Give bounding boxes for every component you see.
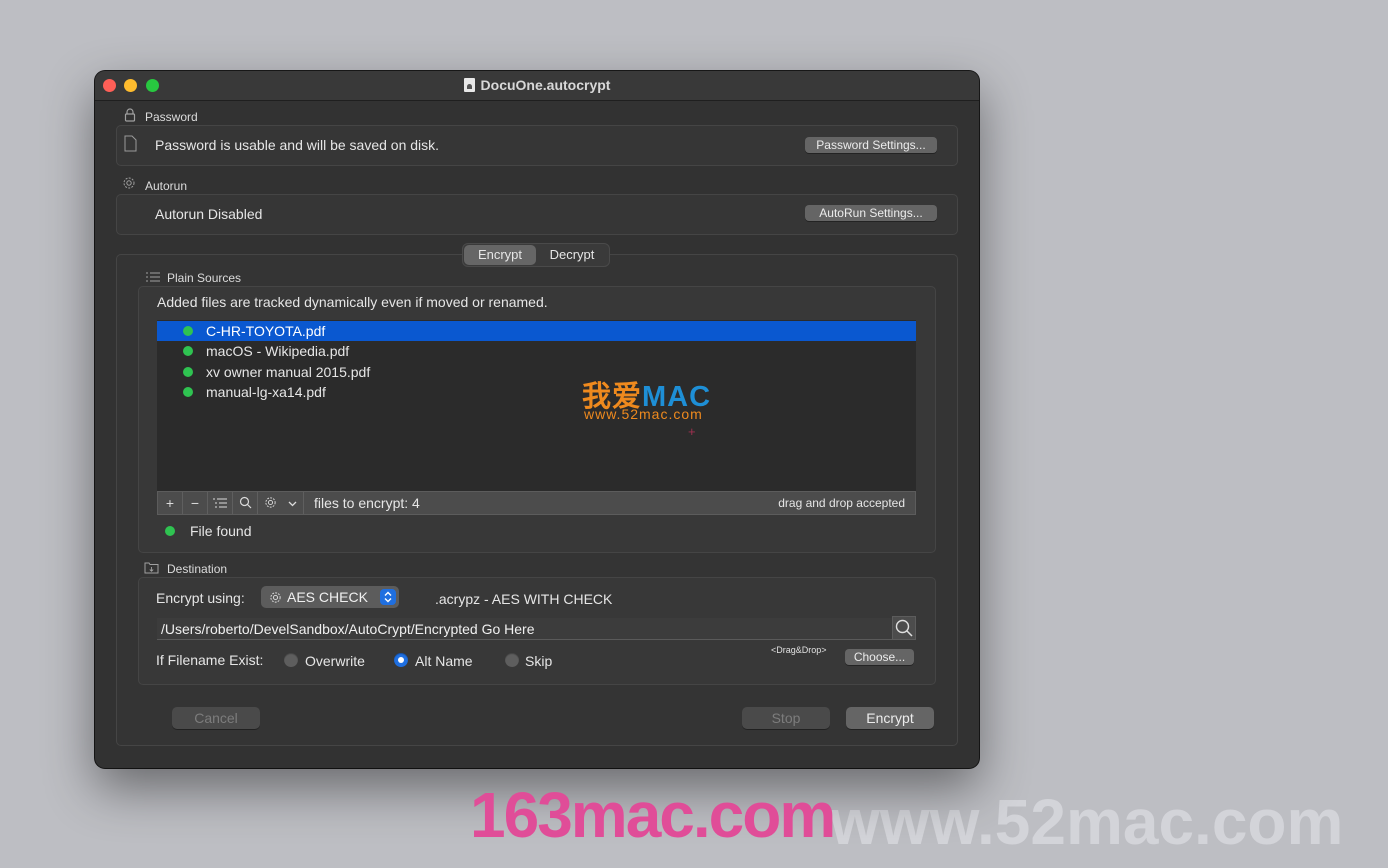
radio-alt-name-label[interactable]: Alt Name — [415, 653, 473, 669]
title-bar: DocuOne.autocrypt — [95, 71, 979, 101]
gear-icon — [270, 592, 281, 603]
algorithm-description: .acrypz - AES WITH CHECK — [435, 591, 613, 607]
search-icon — [895, 619, 913, 637]
chevron-down-icon — [288, 501, 297, 507]
autorun-section-label: Autorun — [145, 179, 188, 193]
files-count-status: files to encrypt: 4 — [314, 495, 420, 511]
gear-icon — [265, 497, 276, 508]
add-file-button[interactable]: + — [158, 492, 183, 514]
plus-icon: + — [165, 495, 175, 511]
choose-button[interactable]: Choose... — [845, 649, 914, 665]
status-dot-icon — [183, 387, 193, 397]
cancel-button[interactable]: Cancel — [172, 707, 260, 729]
drag-drop-note: drag and drop accepted — [778, 496, 905, 510]
app-window: DocuOne.autocrypt Password Password is u… — [95, 71, 979, 768]
gear-icon — [123, 177, 135, 189]
file-name: xv owner manual 2015.pdf — [206, 364, 371, 380]
list-icon — [146, 272, 160, 282]
plain-sources-label: Plain Sources — [167, 271, 242, 285]
file-name: manual-lg-xa14.pdf — [206, 384, 326, 400]
password-section-label: Password — [145, 110, 198, 124]
watermark-163mac: 163mac.com — [470, 779, 836, 851]
radio-alt-name[interactable] — [394, 653, 408, 667]
file-list-row[interactable]: macOS - Wikipedia.pdf — [157, 341, 916, 361]
watermark-url: www.52mac.com — [584, 406, 703, 422]
autorun-status: Autorun Disabled — [155, 206, 263, 222]
destination-path-field[interactable]: /Users/roberto/DevelSandbox/AutoCrypt/En… — [157, 618, 892, 640]
document-icon — [463, 78, 475, 92]
sources-info-text: Added files are tracked dynamically even… — [157, 294, 548, 310]
list-options-button[interactable] — [208, 492, 233, 514]
watermark-52mac: www.52mac.com — [830, 786, 1344, 858]
file-name: C-HR-TOYOTA.pdf — [206, 323, 326, 339]
window-title-text: DocuOne.autocrypt — [480, 77, 611, 93]
encrypt-using-label: Encrypt using: — [156, 590, 245, 606]
folder-download-icon — [144, 562, 159, 574]
search-file-button[interactable] — [233, 492, 258, 514]
action-menu-button[interactable] — [258, 492, 304, 514]
legend-file-found: File found — [190, 523, 252, 539]
radio-overwrite-label[interactable]: Overwrite — [305, 653, 365, 669]
encrypt-button[interactable]: Encrypt — [846, 707, 934, 729]
status-dot-icon — [183, 367, 193, 377]
status-dot-icon — [183, 346, 193, 356]
radio-skip-label[interactable]: Skip — [525, 653, 552, 669]
status-dot-icon — [183, 326, 193, 336]
updown-chevron-icon — [380, 589, 396, 605]
file-list[interactable]: C-HR-TOYOTA.pdf macOS - Wikipedia.pdf xv… — [157, 320, 916, 491]
file-list-row[interactable]: xv owner manual 2015.pdf — [157, 362, 916, 382]
window-title: DocuOne.autocrypt — [95, 77, 979, 93]
algorithm-selected: AES CHECK — [287, 589, 368, 605]
reveal-path-button[interactable] — [892, 616, 916, 640]
search-icon — [239, 496, 251, 509]
remove-file-button[interactable]: − — [183, 492, 208, 514]
minus-icon: − — [190, 495, 200, 511]
if-exists-label: If Filename Exist: — [156, 652, 264, 668]
file-list-toolbar: + − files to encrypt: 4 drag and drop ac… — [157, 491, 916, 515]
list-icon — [213, 498, 227, 508]
password-settings-button[interactable]: Password Settings... — [805, 137, 937, 153]
crosshair-icon: + — [688, 424, 696, 439]
file-list-row[interactable]: manual-lg-xa14.pdf — [157, 382, 916, 402]
stop-button[interactable]: Stop — [742, 707, 830, 729]
autorun-settings-button[interactable]: AutoRun Settings... — [805, 205, 937, 221]
lock-icon — [124, 108, 136, 122]
tab-decrypt[interactable]: Decrypt — [536, 245, 608, 265]
file-icon — [124, 135, 137, 152]
file-name: macOS - Wikipedia.pdf — [206, 343, 350, 359]
password-status: Password is usable and will be saved on … — [155, 137, 440, 153]
status-dot-icon — [165, 526, 175, 536]
file-list-row[interactable]: C-HR-TOYOTA.pdf — [157, 321, 916, 341]
mode-segmented-control: Encrypt Decrypt — [462, 243, 610, 267]
radio-skip[interactable] — [505, 653, 519, 667]
algorithm-popup[interactable]: AES CHECK — [261, 586, 399, 608]
drag-drop-hint: <Drag&Drop> — [771, 645, 827, 655]
destination-label: Destination — [167, 562, 228, 576]
radio-overwrite[interactable] — [284, 653, 298, 667]
tab-encrypt[interactable]: Encrypt — [464, 245, 536, 265]
